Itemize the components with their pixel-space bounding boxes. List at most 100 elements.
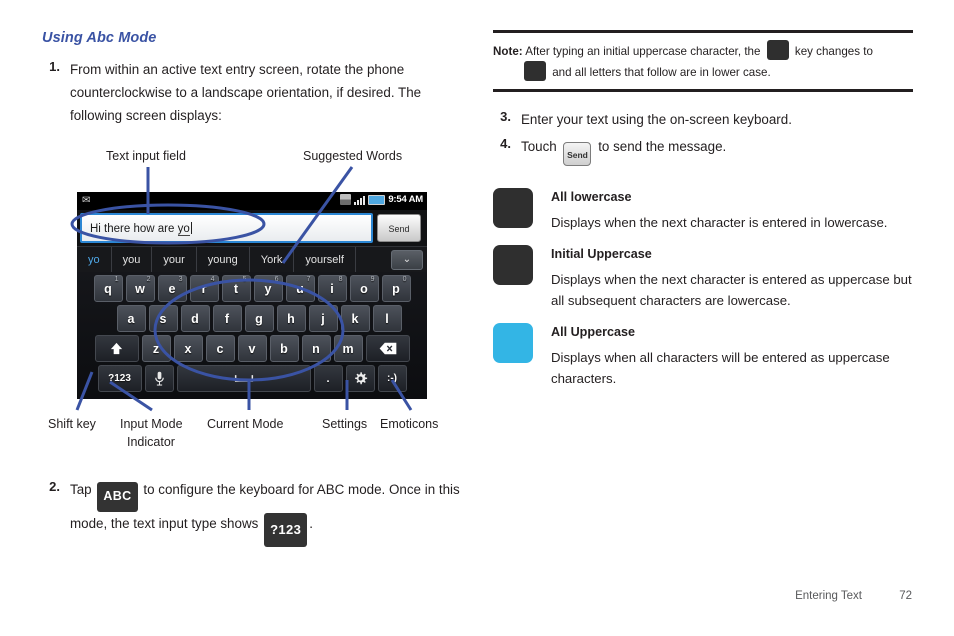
phone-screenshot: ✉ 9:54 AM Hi there how are yo Send yo yo… [77,192,427,399]
key-l[interactable]: l [372,305,402,332]
key-g[interactable]: g [244,305,274,332]
callout-shift-key: Shift key [48,417,96,431]
key-k[interactable]: k [340,305,370,332]
state-icon-wrap [493,188,539,233]
step-2-number: 2. [49,479,60,494]
step-3: 3. Enter your text using the on-screen k… [493,108,913,131]
note-text-b: key changes to [794,45,873,58]
key-sup: 9 [370,276,375,283]
key-r[interactable]: 4r [189,275,219,302]
key-d[interactable]: d [180,305,210,332]
suggestion-item[interactable]: York [250,247,295,273]
key-v[interactable]: v [237,335,267,362]
key-label: e [168,281,176,296]
step-4: 4. Touch Send to send the message. [493,135,913,166]
keyboard-row-1: 1q 2w 3e 4r 5t 6y 7u 8i 9o 0p [79,275,425,302]
key-sup: 6 [274,276,279,283]
step-4-text-a: Touch [521,139,557,154]
key-sup: 1 [114,276,119,283]
key-x[interactable]: x [173,335,203,362]
callout-suggested-words: Suggested Words [303,149,403,163]
input-mode-key[interactable]: ?123 [97,365,142,392]
step-1: 1. From within an active text entry scre… [42,58,462,127]
step-3-text: Enter your text using the on-screen keyb… [521,112,792,127]
emoticon-key[interactable]: :-) [377,365,407,392]
status-bar-time: 9:54 AM [388,194,423,205]
key-label: t [233,281,239,296]
callout-text-input-field: Text input field [106,149,186,163]
state-title: Initial Uppercase [551,247,652,261]
key-p[interactable]: 0p [381,275,411,302]
state-text: All Uppercase Displays when all characte… [539,323,913,389]
suggestion-item[interactable]: your [152,247,197,273]
state-title: All Uppercase [551,325,635,339]
key-s[interactable]: s [148,305,178,332]
key-h[interactable]: h [276,305,306,332]
key-f[interactable]: f [212,305,242,332]
phone-status-bar: ✉ 9:54 AM [77,192,427,210]
microphone-icon[interactable] [144,365,174,392]
state-text: Initial Uppercase Displays when the next… [539,245,913,311]
callout-input-mode-indicator-line2: Indicator [127,435,175,449]
period-key[interactable]: . [313,365,343,392]
note-line-2: and all letters that follow are in lower… [493,61,913,82]
space-bar-icon[interactable] [176,365,311,392]
step-2-text: Tap ABC to configure the keyboard for AB… [70,478,462,547]
mail-icon: ✉ [82,195,91,206]
step-2-text-c: . [309,516,314,531]
key-u[interactable]: 7u [285,275,315,302]
send-button[interactable]: Send [377,214,421,242]
state-desc: Displays when the next character is ente… [551,215,888,230]
section-heading: Using Abc Mode [42,30,157,46]
text-input-value: Hi there how are yo [90,222,192,236]
key-label: p [392,281,400,296]
key-o[interactable]: 9o [349,275,379,302]
key-t[interactable]: 5t [221,275,251,302]
suggestion-bar: yo you your young York yourself ⌄ [77,246,427,273]
key-sup: 0 [402,276,407,283]
text-input-field[interactable]: Hi there how are yo [80,213,373,243]
key-j[interactable]: j [308,305,338,332]
suggestion-item[interactable]: you [112,247,153,273]
key-a[interactable]: a [116,305,146,332]
callout-input-mode-indicator-line1: Input Mode [120,417,183,431]
key-label: q [104,281,112,296]
key-z[interactable]: z [141,335,171,362]
key-label: o [360,281,368,296]
key-sup: 4 [210,276,215,283]
suggestion-item[interactable]: yo [77,247,112,273]
page-footer: Entering Text 72 [795,590,912,602]
key-label: y [264,281,272,296]
step-4-text-b: to send the message. [598,139,727,154]
note-line-1: Note: After typing an initial uppercase … [493,40,913,61]
text-input-composing: yo [177,223,190,236]
key-y[interactable]: 6y [253,275,283,302]
send-key-glyph: Send [563,142,592,166]
step-3-number: 3. [500,109,511,124]
key-label: r [201,281,207,296]
key-m[interactable]: m [333,335,363,362]
key-sup: 5 [242,276,247,283]
key-n[interactable]: n [301,335,331,362]
chevron-down-icon[interactable]: ⌄ [391,250,423,270]
step-1-text: From within an active text entry screen,… [70,62,422,123]
shift-arrow-icon[interactable] [94,335,139,362]
backspace-icon[interactable] [365,335,410,362]
sync-icon [340,194,352,205]
shift-state-list: All lowercase Displays when the next cha… [493,188,913,389]
suggestion-item[interactable]: young [197,247,250,273]
key-e[interactable]: 3e [157,275,187,302]
key-b[interactable]: b [269,335,299,362]
note-label: Note: [493,45,523,58]
state-row-all-uppercase: All Uppercase Displays when all characte… [493,323,913,389]
key-w[interactable]: 2w [125,275,155,302]
key-c[interactable]: c [205,335,235,362]
key-sup: 2 [146,276,151,283]
key-q[interactable]: 1q [93,275,123,302]
gear-icon[interactable] [345,365,375,392]
state-desc: Displays when all characters will be ent… [551,350,890,386]
suggestion-item[interactable]: yourself [294,247,356,273]
step-2: 2. Tap ABC to configure the keyboard for… [42,478,462,549]
shift-initial-uppercase-icon [766,40,789,60]
key-i[interactable]: 8i [317,275,347,302]
